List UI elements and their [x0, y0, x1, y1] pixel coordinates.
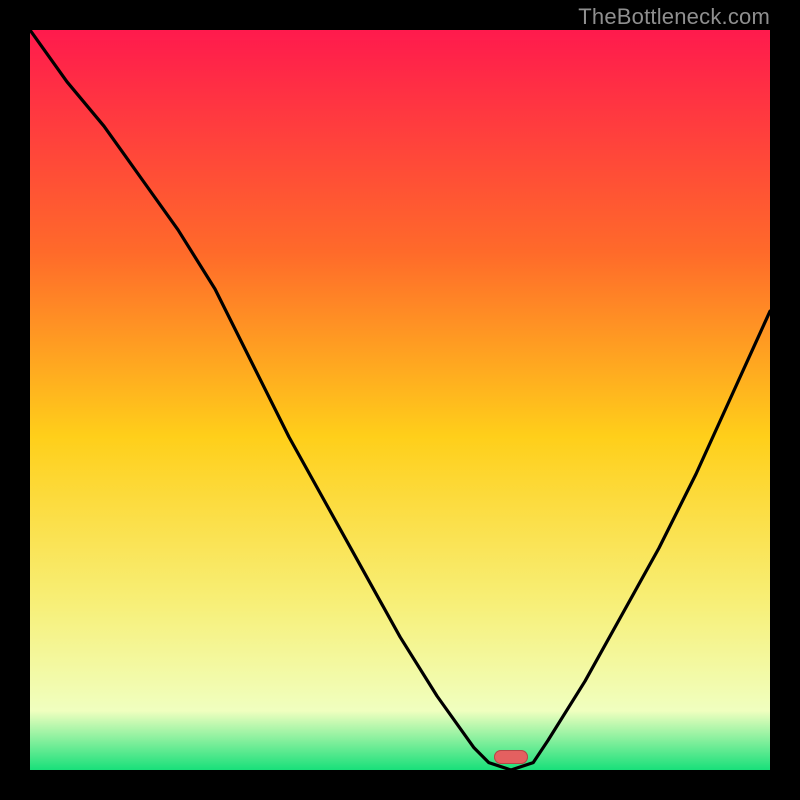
bottleneck-curve: [30, 30, 770, 770]
optimal-marker: [494, 750, 528, 764]
chart-frame: TheBottleneck.com: [0, 0, 800, 800]
watermark-text: TheBottleneck.com: [578, 4, 770, 30]
plot-area: [30, 30, 770, 770]
